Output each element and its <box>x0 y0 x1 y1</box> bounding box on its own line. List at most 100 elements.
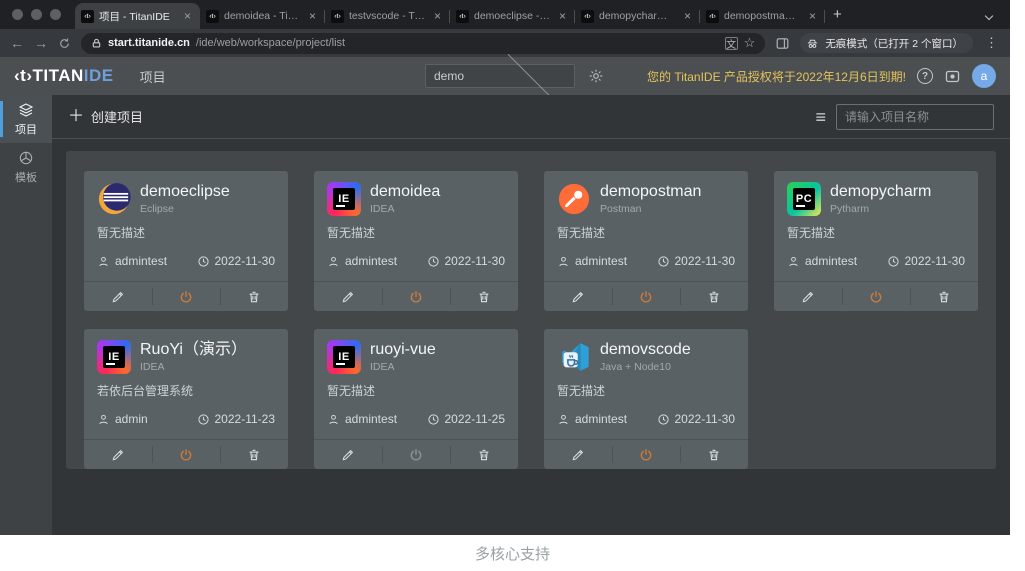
project-description: 暂无描述 <box>327 382 505 399</box>
close-tab-icon[interactable]: × <box>806 9 819 23</box>
delete-project-button[interactable] <box>220 282 288 311</box>
delete-project-button[interactable] <box>220 440 288 469</box>
project-search-input[interactable] <box>836 104 994 130</box>
project-card[interactable]: IE RuoYi（演示） IDEA 若依后台管理系统 admin 2022-11… <box>84 329 288 469</box>
sidebar: 项目 模板 <box>0 95 52 535</box>
incognito-badge[interactable]: 无痕模式（已打开 2 个窗口） <box>800 33 973 53</box>
back-icon[interactable]: ← <box>10 36 24 50</box>
close-tab-icon[interactable]: × <box>431 9 444 23</box>
edit-project-button[interactable] <box>84 282 152 311</box>
project-card[interactable]: IE ruoyi-vue IDEA 暂无描述 admintest 2022-11… <box>314 329 518 469</box>
close-tab-icon[interactable]: × <box>181 9 194 23</box>
avatar[interactable]: a <box>972 64 996 88</box>
project-grid: demoeclipse Eclipse 暂无描述 admintest 2022-… <box>84 171 978 469</box>
power-icon <box>869 290 883 304</box>
project-description: 暂无描述 <box>327 224 505 241</box>
edit-project-button[interactable] <box>544 282 612 311</box>
trash-icon <box>477 290 491 304</box>
delete-project-button[interactable] <box>910 282 978 311</box>
project-card[interactable]: demoeclipse Eclipse 暂无描述 admintest 2022-… <box>84 171 288 311</box>
reload-icon[interactable] <box>58 37 71 50</box>
project-card[interactable]: IE demoidea IDEA 暂无描述 admintest 2022-11-… <box>314 171 518 311</box>
project-description: 暂无描述 <box>557 224 735 241</box>
workspace-select[interactable]: demo <box>425 64 575 88</box>
create-project-button[interactable]: ＋ 创建项目 <box>68 107 143 126</box>
close-window-button[interactable] <box>12 9 23 20</box>
project-name: demopycharm <box>830 183 931 201</box>
trash-icon <box>247 290 261 304</box>
clock-icon <box>887 255 900 268</box>
edit-project-button[interactable] <box>774 282 842 311</box>
project-card[interactable]: PC demopycharm Pytharm 暂无描述 admintest 20… <box>774 171 978 311</box>
project-date: 2022-11-25 <box>445 412 506 426</box>
clock-icon <box>427 413 440 426</box>
delete-project-button[interactable] <box>680 440 748 469</box>
layers-icon <box>18 102 34 118</box>
tab-search-chevron-icon[interactable] <box>985 12 993 20</box>
pencil-icon <box>341 448 355 462</box>
power-toggle-button[interactable] <box>382 440 450 469</box>
projects-panel: demoeclipse Eclipse 暂无描述 admintest 2022-… <box>66 151 996 469</box>
project-date: 2022-11-30 <box>675 412 736 426</box>
workspace-select-value: demo <box>434 69 500 83</box>
power-toggle-button[interactable] <box>612 440 680 469</box>
browser-menu-icon[interactable]: ⋮ <box>983 35 1000 51</box>
browser-tab[interactable]: ‹t› testvscode - TitanIDE × <box>325 3 450 29</box>
clock-icon <box>197 255 210 268</box>
close-tab-icon[interactable]: × <box>556 9 569 23</box>
power-icon <box>639 290 653 304</box>
delete-project-button[interactable] <box>450 440 518 469</box>
zoom-window-button[interactable] <box>50 9 61 20</box>
translate-icon[interactable]: 文 <box>725 37 738 50</box>
project-description: 暂无描述 <box>557 382 735 399</box>
pencil-icon <box>571 448 585 462</box>
side-panel-icon[interactable] <box>775 36 790 51</box>
sidebar-item-projects[interactable]: 项目 <box>0 95 52 143</box>
edit-project-button[interactable] <box>314 440 382 469</box>
vscode-java-icon <box>557 340 591 374</box>
trash-icon <box>477 448 491 462</box>
power-toggle-button[interactable] <box>842 282 910 311</box>
browser-tab[interactable]: ‹t› demopostman - TitanIDE × <box>700 3 825 29</box>
project-name: demoeclipse <box>140 183 230 201</box>
minimize-window-button[interactable] <box>31 9 42 20</box>
edit-project-button[interactable] <box>314 282 382 311</box>
browser-tab[interactable]: ‹t› demoidea - TitanIDE × <box>200 3 325 29</box>
power-toggle-button[interactable] <box>612 282 680 311</box>
pencil-icon <box>341 290 355 304</box>
url-field[interactable]: start.titanide.cn/ide/web/workspace/proj… <box>81 33 765 54</box>
power-toggle-button[interactable] <box>152 282 220 311</box>
project-owner: admintest <box>345 254 397 268</box>
list-view-icon[interactable]: ≡ <box>815 108 826 126</box>
power-toggle-button[interactable] <box>152 440 220 469</box>
settings-gear-icon[interactable] <box>588 68 604 84</box>
forward-icon[interactable]: → <box>34 36 48 50</box>
user-icon <box>327 255 340 268</box>
delete-project-button[interactable] <box>680 282 748 311</box>
project-card[interactable]: demovscode Java + Node10 暂无描述 admintest … <box>544 329 748 469</box>
project-owner: admintest <box>345 412 397 426</box>
project-date: 2022-11-23 <box>215 412 276 426</box>
delete-project-button[interactable] <box>450 282 518 311</box>
new-tab-button[interactable]: + <box>825 6 852 29</box>
sidebar-item-templates[interactable]: 模板 <box>0 143 52 191</box>
browser-tab[interactable]: ‹t› demoeclipse - TitanIDE × <box>450 3 575 29</box>
help-icon[interactable]: ? <box>917 68 933 84</box>
edit-project-button[interactable] <box>544 440 612 469</box>
tab-title: demopostman - TitanIDE <box>724 10 801 22</box>
edit-project-button[interactable] <box>84 440 152 469</box>
power-icon <box>409 290 423 304</box>
bookmark-star-icon[interactable]: ☆ <box>744 35 756 51</box>
user-icon <box>787 255 800 268</box>
power-toggle-button[interactable] <box>382 282 450 311</box>
browser-tab[interactable]: ‹t› demopycharm - TitanIDE × <box>575 3 700 29</box>
project-card[interactable]: demopostman Postman 暂无描述 admintest 2022-… <box>544 171 748 311</box>
project-type: IDEA <box>370 361 436 373</box>
titanide-favicon-icon: ‹t› <box>206 10 219 23</box>
browser-tab[interactable]: ‹t› 项目 - TitanIDE × <box>75 3 200 29</box>
close-tab-icon[interactable]: × <box>681 9 694 23</box>
close-tab-icon[interactable]: × <box>306 9 319 23</box>
screenshot-icon[interactable] <box>944 68 961 85</box>
header-nav-projects[interactable]: 项目 <box>140 67 166 86</box>
pycharm-icon: PC <box>787 182 821 216</box>
